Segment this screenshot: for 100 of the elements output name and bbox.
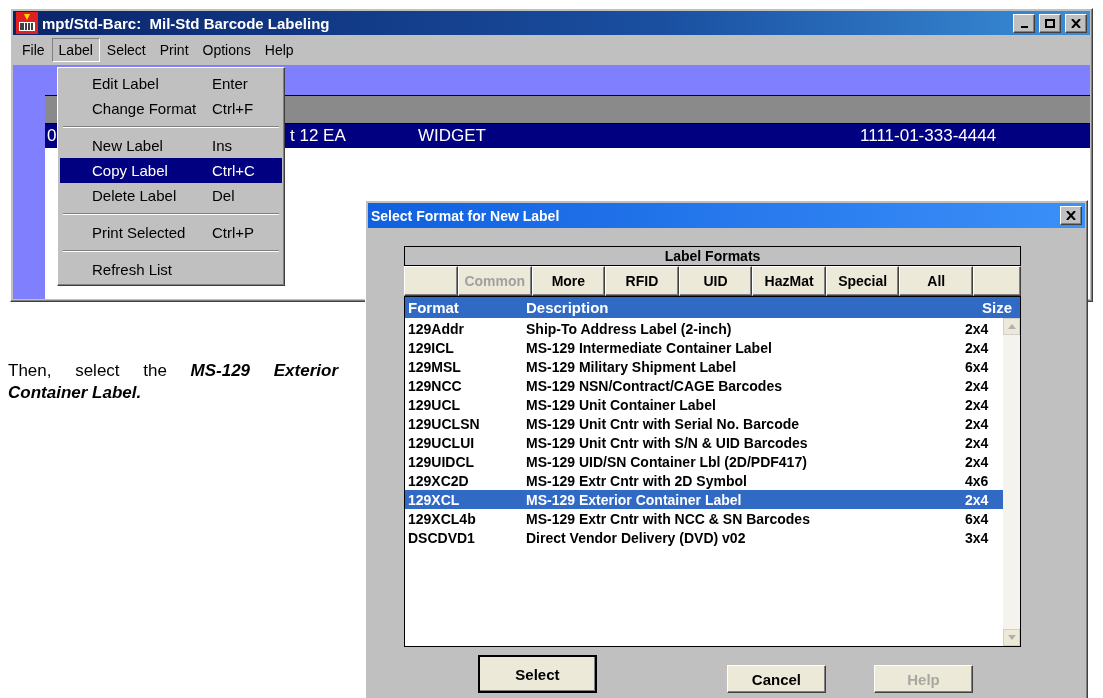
minimize-button[interactable] [1013, 13, 1035, 33]
format-description: Ship-To Address Label (2-inch) [526, 320, 733, 337]
menu-item[interactable]: Select [99, 38, 153, 62]
format-row[interactable]: 129MSL MS-129 Military Shipment Label 6x4 [405, 357, 1003, 376]
minimize-icon [1020, 25, 1028, 28]
format-row[interactable]: 129XCL MS-129 Exterior Container Label 2x4 [405, 490, 1003, 509]
menu-item[interactable]: Help [257, 38, 301, 62]
menu-entry-label: Change Format [92, 100, 198, 117]
menu-entry[interactable]: Refresh List [60, 257, 282, 282]
menu-entry-label: Print Selected [92, 224, 187, 241]
tab[interactable]: RFID [605, 266, 679, 296]
column-title[interactable]: Format [408, 299, 526, 316]
app-icon [16, 12, 38, 34]
instruction-text: Then, select the MS-129 Exterior Container Label. [8, 360, 338, 404]
up-arrow-icon [1007, 324, 1016, 329]
format-row[interactable]: 129UCLSN MS-129 Unit Cntr with Serial No. Barcode 2x4 [405, 414, 1003, 433]
format-size: 2x4 [965, 415, 990, 432]
menu-item[interactable]: Print [152, 38, 196, 62]
format-code: 129UCLUI [408, 434, 476, 451]
menu-item[interactable]: Label [51, 38, 100, 62]
format-size: 2x4 [965, 377, 990, 394]
format-row[interactable]: 129ICL MS-129 Intermediate Container Label 2x4 [405, 338, 1003, 357]
close-button[interactable] [1060, 206, 1082, 225]
maximize-button[interactable] [1039, 13, 1061, 33]
format-description: MS-129 Intermediate Container Label [526, 339, 773, 356]
format-row[interactable]: 129XC2D MS-129 Extr Cntr with 2D Symbol 4x6 [405, 471, 1003, 490]
format-code: DSCDVD1 [408, 529, 476, 546]
format-row[interactable]: 129UIDCL MS-129 UID/SN Container Lbl (2D/PDF417) 2x4 [405, 452, 1003, 471]
format-size: 2x4 [965, 453, 990, 470]
format-row[interactable]: 129Addr Ship-To Address Label (2-inch) 2x4 [405, 319, 1003, 338]
menu-entry[interactable]: Edit Label Enter [60, 71, 282, 96]
dialog-title: Select Format for New Label [371, 207, 561, 224]
menu-item[interactable]: Options [195, 38, 258, 62]
table-cell-text: 1111-01-333-4444 [859, 126, 997, 146]
menu-entry-label: Edit Label [92, 75, 160, 92]
tab[interactable]: UID [678, 266, 753, 296]
format-code: 129XCL4b [408, 510, 477, 527]
shortcut-text: Ctrl+F [212, 100, 255, 117]
table-cell-text: t 12 EA [289, 126, 346, 146]
format-size: 2x4 [965, 491, 990, 508]
format-description: MS-129 Unit Cntr with Serial No. Barcode [526, 415, 801, 432]
menu-entry-label: Refresh List [92, 261, 174, 278]
menu-entry[interactable]: Delete Label Del [60, 183, 282, 208]
format-row[interactable]: 129UCLUI MS-129 Unit Cntr with S/N & UID Barcodes 2x4 [405, 433, 1003, 452]
format-description: MS-129 Unit Container Label [526, 396, 717, 413]
format-code: 129UCLSN [408, 415, 481, 432]
format-code: 129UIDCL [408, 453, 476, 470]
shortcut-text: Enter [212, 75, 249, 92]
close-icon [1066, 211, 1076, 220]
format-size: 2x4 [965, 396, 990, 413]
close-button[interactable] [1065, 13, 1087, 33]
menu-item[interactable]: File [15, 38, 52, 62]
format-code: 129UCL [408, 396, 462, 413]
format-code: 129XC2D [408, 472, 470, 489]
maximize-icon [1045, 18, 1055, 28]
shortcut-text: Ctrl+C [212, 162, 256, 179]
table-cell-text: WIDGET [417, 126, 486, 146]
format-description: MS-129 Unit Cntr with S/N & UID Barcodes [526, 434, 809, 451]
format-description: MS-129 Extr Cntr with NCC & SN Barcodes [526, 510, 811, 527]
format-size: 2x4 [965, 434, 990, 451]
tab[interactable]: HazMat [752, 266, 826, 296]
format-code: 129ICL [408, 339, 455, 356]
format-description: MS-129 NSN/Contract/CAGE Barcodes [526, 377, 783, 394]
format-description: MS-129 Extr Cntr with 2D Symbol [526, 472, 748, 489]
format-description: MS-129 Military Shipment Label [526, 358, 738, 375]
shortcut-text: Del [212, 187, 236, 204]
window-title: mpt/Std-Barc: Mil-Std Barcode Labeling [42, 14, 331, 32]
format-size: 4x6 [965, 472, 990, 489]
format-code: 129MSL [408, 358, 462, 375]
group-title: Label Formats [404, 246, 1021, 266]
tab[interactable]: All [899, 266, 974, 296]
dialog-button[interactable]: Cancel [726, 665, 826, 693]
tab[interactable]: More [531, 266, 606, 296]
menu-entry[interactable]: Print Selected Ctrl+P [60, 220, 282, 245]
format-code: 129Addr [408, 320, 466, 337]
menu-entry-label: Delete Label [92, 187, 178, 204]
close-icon [1071, 18, 1081, 28]
down-arrow-icon [1007, 635, 1016, 640]
menu-entry[interactable]: Change Format Ctrl+F [60, 96, 282, 121]
format-description: MS-129 UID/SN Container Lbl (2D/PDF417) [526, 453, 808, 470]
column-title[interactable]: Size [982, 299, 1020, 316]
format-row[interactable]: 129XCL4b MS-129 Extr Cntr with NCC & SN Barcodes 6x4 [405, 509, 1003, 528]
format-row[interactable]: 129NCC MS-129 NSN/Contract/CAGE Barcodes 2x4 [405, 376, 1003, 395]
format-row[interactable]: DSCDVD1 Direct Vendor Delivery (DVD) v02 3x4 [405, 528, 1003, 547]
format-code: 129XCL [408, 491, 461, 508]
format-code: 129NCC [408, 377, 463, 394]
column-title[interactable]: Description [526, 299, 982, 316]
format-description: MS-129 Exterior Container Label [526, 491, 743, 508]
format-size: 2x4 [965, 320, 990, 337]
dialog-button[interactable]: Select [478, 655, 597, 693]
format-size: 6x4 [965, 358, 990, 375]
format-row[interactable]: 129UCL MS-129 Unit Container Label 2x4 [405, 395, 1003, 414]
shortcut-text: Ctrl+P [212, 224, 256, 241]
format-description: Direct Vendor Delivery (DVD) v02 [526, 529, 747, 546]
format-size: 6x4 [965, 510, 990, 527]
format-size: 3x4 [965, 529, 990, 546]
table-cell-text: 0 [46, 126, 57, 146]
tab[interactable]: Special [825, 266, 900, 296]
menu-entry[interactable]: Copy Label Ctrl+C [60, 158, 282, 183]
format-size: 2x4 [965, 339, 990, 356]
